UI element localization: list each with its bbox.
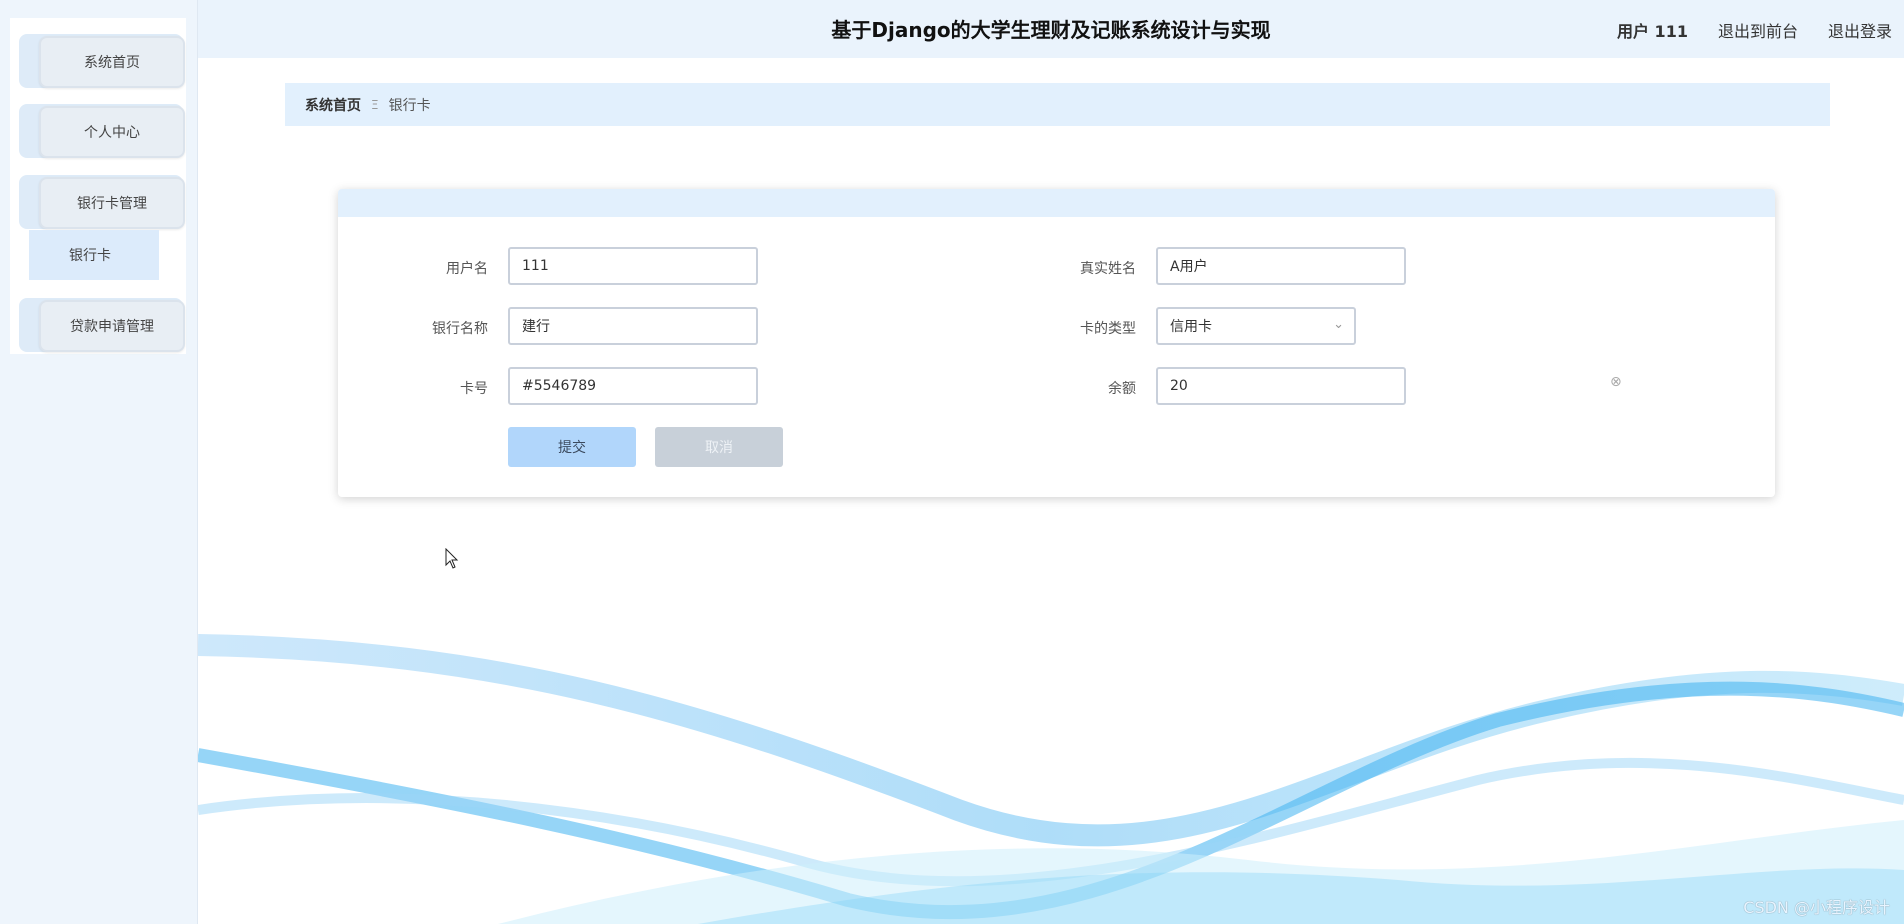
chevron-down-icon: ⌄: [1333, 317, 1344, 332]
balance-label: 余额: [1108, 381, 1136, 397]
user-links: 用户 111 退出到前台 退出登录: [1617, 18, 1892, 42]
header: 基于Django的大学生理财及记账系统设计与实现 用户 111 退出到前台 退出…: [198, 0, 1904, 58]
sidebar-item-home[interactable]: 系统首页: [19, 34, 185, 88]
cardtype-select-value: 信用卡: [1156, 307, 1356, 345]
cardtype-label: 卡的类型: [1080, 321, 1136, 337]
bankname-field[interactable]: [508, 307, 758, 345]
sidebar-subitem-label: 银行卡: [69, 248, 111, 264]
cardno-field[interactable]: [508, 367, 758, 405]
cardno-label: 卡号: [460, 381, 488, 397]
background-wave-graphic: [198, 634, 1904, 924]
sidebar-item-label: 银行卡管理: [39, 177, 185, 229]
username-field[interactable]: [508, 247, 758, 285]
logout-link[interactable]: 退出登录: [1828, 18, 1892, 42]
sidebar-item-loan-management[interactable]: 贷款申请管理: [19, 298, 185, 352]
sidebar-subitem-bankcard[interactable]: 银行卡: [29, 230, 159, 280]
sidebar-item-label: 个人中心: [39, 106, 185, 158]
bankcard-form-card: 用户名 真实姓名 银行名称 卡的类型 信用卡 ⌄ 卡号 余额 ⊗ 提交 取消: [338, 189, 1775, 497]
realname-field[interactable]: [1156, 247, 1406, 285]
mouse-cursor-icon: [445, 548, 459, 569]
cancel-button[interactable]: 取消: [655, 427, 783, 467]
breadcrumb-current: 银行卡: [388, 97, 431, 114]
sidebar-menu: 系统首页 个人中心 银行卡管理 贷款申请管理: [10, 18, 186, 354]
back-to-front-link[interactable]: 退出到前台: [1718, 18, 1798, 42]
breadcrumb-separator-icon: Ξ: [371, 97, 379, 112]
watermark: CSDN @小程序设计: [1743, 898, 1890, 917]
clear-icon[interactable]: ⊗: [1610, 374, 1622, 390]
sidebar-item-label: 系统首页: [39, 36, 185, 88]
bankname-label: 银行名称: [432, 321, 488, 337]
sidebar: 系统首页 个人中心 银行卡管理 贷款申请管理 银行卡: [0, 0, 198, 924]
user-name: 用户 111: [1616, 22, 1688, 41]
cardtype-select[interactable]: 信用卡 ⌄: [1156, 307, 1356, 345]
sidebar-item-bankcard-management[interactable]: 银行卡管理: [19, 175, 185, 229]
submit-button[interactable]: 提交: [508, 427, 636, 467]
sidebar-item-label: 贷款申请管理: [39, 300, 185, 352]
username-label: 用户名: [446, 261, 488, 277]
realname-label: 真实姓名: [1080, 261, 1136, 277]
breadcrumb-home[interactable]: 系统首页: [305, 95, 361, 115]
card-header: [338, 189, 1775, 217]
sidebar-item-personal-center[interactable]: 个人中心: [19, 104, 185, 158]
balance-field[interactable]: [1156, 367, 1406, 405]
breadcrumb: 系统首页 Ξ 银行卡: [285, 83, 1830, 126]
